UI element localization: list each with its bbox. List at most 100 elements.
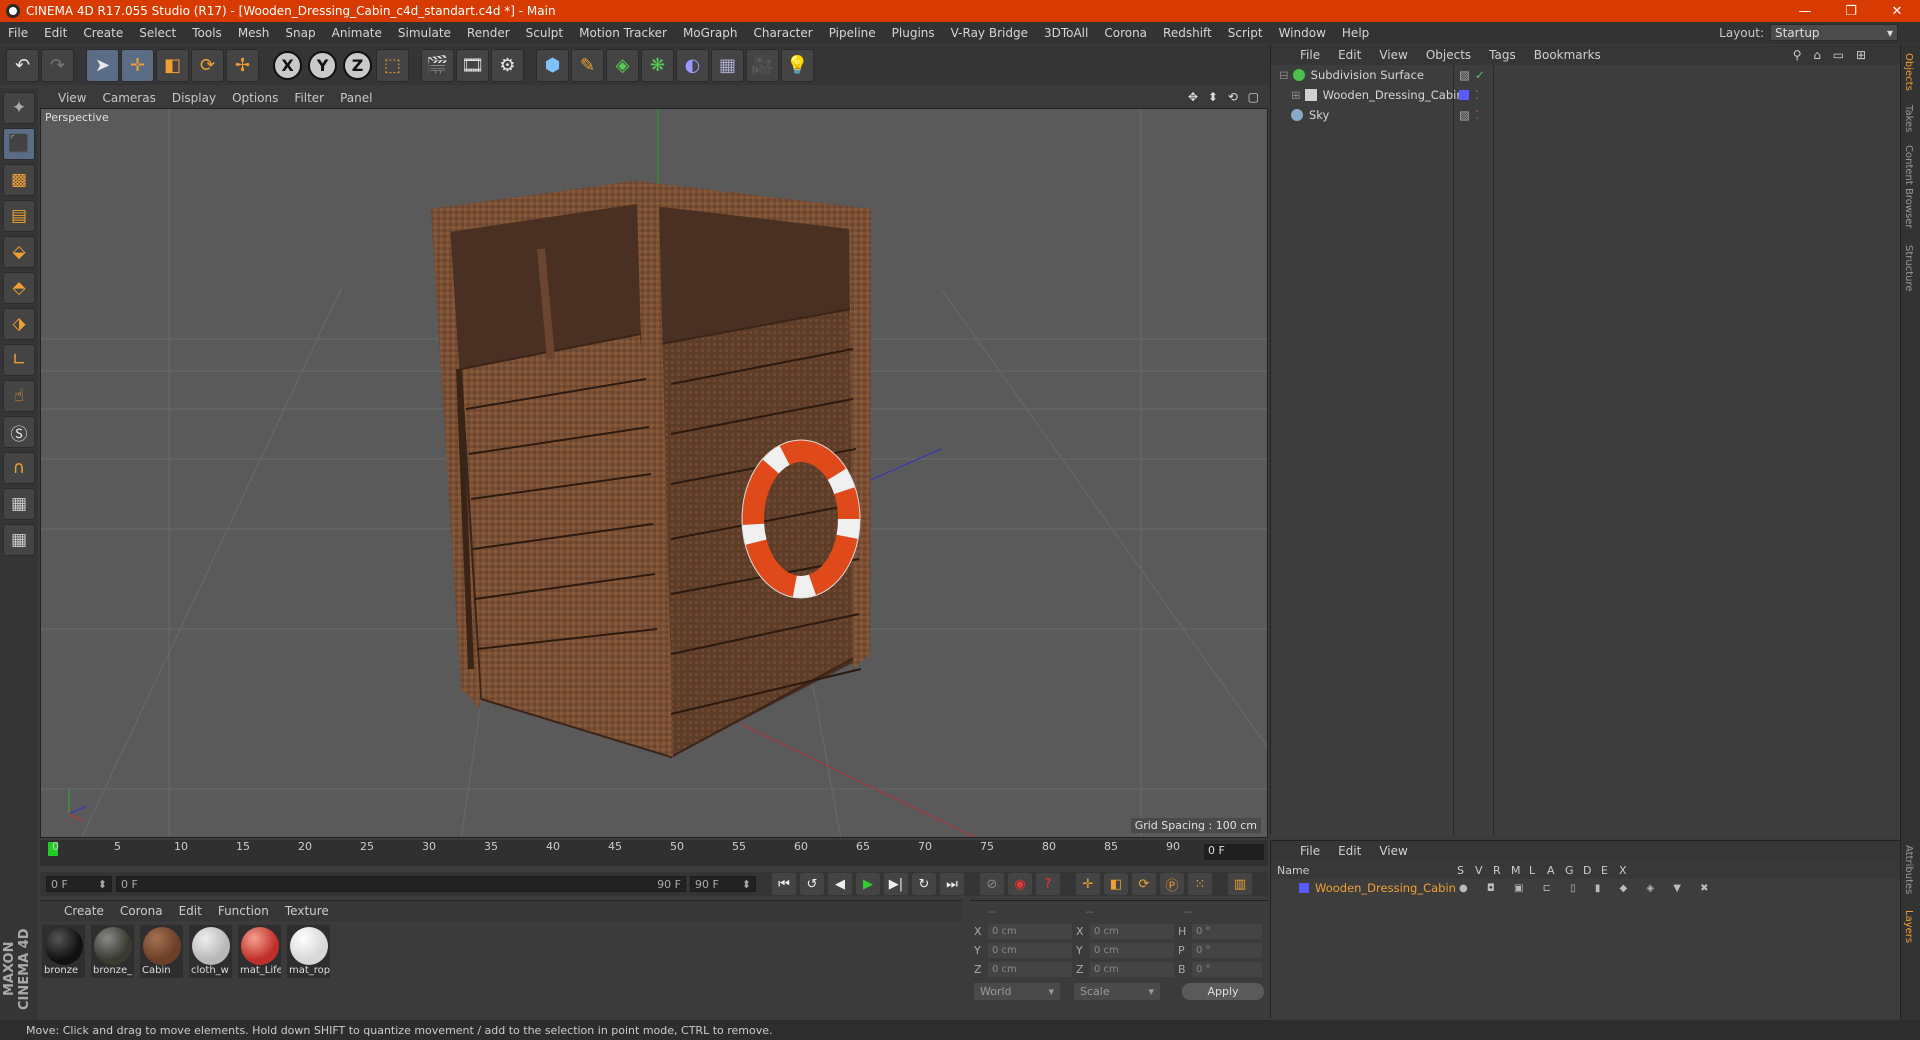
material-swatch[interactable]: mat_Life: [238, 925, 281, 978]
rotation-b-field[interactable]: 0 °: [1192, 962, 1262, 977]
size-z-field[interactable]: 0 cm: [1090, 962, 1174, 977]
object-row-sky[interactable]: Sky ▨ ⁚: [1271, 105, 1900, 125]
enabled-check-icon[interactable]: ✓: [1475, 68, 1485, 82]
menu-pipeline[interactable]: Pipeline: [821, 26, 884, 40]
move-tool-icon[interactable]: ✛: [121, 48, 154, 82]
menu-mesh[interactable]: Mesh: [230, 26, 278, 40]
size-x-field[interactable]: 0 cm: [1090, 924, 1174, 939]
menu-render[interactable]: Render: [459, 26, 518, 40]
tab-structure[interactable]: Structure: [1903, 245, 1914, 292]
menu-script[interactable]: Script: [1220, 26, 1271, 40]
layer-row[interactable]: Wooden_Dressing_Cabin ● ◘ ▣ ⊏ ▯ ▮ ◆ ◈ ▼ …: [1271, 879, 1900, 897]
menu-simulate[interactable]: Simulate: [390, 26, 459, 40]
visibility-dots-icon[interactable]: ⁚: [1475, 88, 1479, 102]
menu-help[interactable]: Help: [1334, 26, 1377, 40]
axis-mode-icon[interactable]: ∟: [3, 344, 35, 376]
menu-redshift[interactable]: Redshift: [1155, 26, 1220, 40]
material-swatch[interactable]: bronze: [42, 925, 85, 978]
menu-select[interactable]: Select: [131, 26, 184, 40]
viewport-menu-cameras[interactable]: Cameras: [94, 91, 163, 105]
key-pla-icon[interactable]: ⁙: [1188, 873, 1212, 895]
menu-corona[interactable]: Corona: [1096, 26, 1155, 40]
light-icon[interactable]: 💡: [781, 48, 814, 82]
lm-menu-edit[interactable]: Edit: [1329, 844, 1370, 858]
om-menu-view[interactable]: View: [1370, 48, 1416, 62]
menu-create[interactable]: Create: [75, 26, 131, 40]
search-icon[interactable]: ⚲ ⌂ ▭ ⊞: [1793, 48, 1870, 62]
go-to-end-icon[interactable]: ⏭: [940, 873, 964, 895]
next-frame-icon[interactable]: ▶|: [884, 873, 908, 895]
previous-key-icon[interactable]: ↺: [800, 873, 824, 895]
close-icon[interactable]: ✕: [1874, 0, 1920, 22]
snap-icon[interactable]: Ⓢ: [3, 416, 35, 448]
menu-file[interactable]: File: [0, 26, 36, 40]
cube-icon[interactable]: ⬢: [536, 48, 569, 82]
tab-takes[interactable]: Takes: [1903, 105, 1914, 132]
menu-vray-bridge[interactable]: V-Ray Bridge: [943, 26, 1036, 40]
viewport-menu-options[interactable]: Options: [224, 91, 286, 105]
visibility-dots-icon[interactable]: ⁚: [1475, 108, 1479, 122]
end-frame-field[interactable]: 90 F ⬍: [690, 876, 756, 892]
planar-workplane-icon[interactable]: ▦: [3, 524, 35, 556]
object-row-cabin[interactable]: ⊞ Wooden_Dressing_Cabin ⁚: [1271, 85, 1900, 105]
collapse-icon[interactable]: ⊟: [1279, 68, 1289, 82]
tab-objects[interactable]: Objects: [1903, 53, 1914, 91]
floor-icon[interactable]: ▦: [711, 48, 744, 82]
menu-snap[interactable]: Snap: [277, 26, 323, 40]
play-icon[interactable]: ▶: [856, 873, 880, 895]
menu-character[interactable]: Character: [745, 26, 820, 40]
mat-menu-create[interactable]: Create: [56, 904, 112, 918]
model-mode-icon[interactable]: ⬛: [3, 128, 35, 160]
magnet-icon[interactable]: ∩: [3, 452, 35, 484]
select-tool-icon[interactable]: ➤: [86, 48, 119, 82]
menu-tools[interactable]: Tools: [184, 26, 230, 40]
polygons-mode-icon[interactable]: ⬗: [3, 308, 35, 340]
layer-name[interactable]: Wooden_Dressing_Cabin: [1315, 881, 1459, 895]
points-mode-icon[interactable]: ⬙: [3, 236, 35, 268]
keyframe-selection-icon[interactable]: ?: [1036, 873, 1060, 895]
tab-content-browser[interactable]: Content Browser: [1903, 145, 1914, 228]
viewport-menu-display[interactable]: Display: [164, 91, 224, 105]
menu-animate[interactable]: Animate: [324, 26, 390, 40]
viewport-menu-panel[interactable]: Panel: [332, 91, 380, 105]
tab-attributes[interactable]: Attributes: [1903, 845, 1914, 894]
visibility-toggle-icon[interactable]: ▨: [1459, 108, 1470, 122]
wooden-cabin-model[interactable]: [431, 181, 871, 759]
timeline-icon[interactable]: ▥: [1228, 873, 1252, 895]
layer-toggle-icons[interactable]: ● ◘ ▣ ⊏ ▯ ▮ ◆ ◈ ▼ ✖: [1459, 883, 1717, 894]
om-menu-edit[interactable]: Edit: [1329, 48, 1370, 62]
key-position-icon[interactable]: ✛: [1076, 873, 1100, 895]
mat-menu-texture[interactable]: Texture: [277, 904, 337, 918]
material-swatch[interactable]: mat_rop: [287, 925, 330, 978]
tab-layers[interactable]: Layers: [1903, 910, 1914, 943]
menu-3dtoall[interactable]: 3DToAll: [1036, 26, 1096, 40]
axis-z-toggle[interactable]: Z: [343, 50, 372, 80]
object-row-subdivision[interactable]: ⊟ Subdivision Surface ▨ ✓: [1271, 65, 1900, 85]
om-menu-tags[interactable]: Tags: [1480, 48, 1525, 62]
render-settings-icon[interactable]: ⚙: [491, 48, 524, 82]
previous-frame-icon[interactable]: ◀: [828, 873, 852, 895]
cloner-icon[interactable]: ❋: [641, 48, 674, 82]
mat-menu-edit[interactable]: Edit: [171, 904, 210, 918]
make-editable-icon[interactable]: ✦: [3, 92, 35, 124]
next-key-icon[interactable]: ↻: [912, 873, 936, 895]
edges-mode-icon[interactable]: ⬘: [3, 272, 35, 304]
subdivision-icon[interactable]: ◈: [606, 48, 639, 82]
timeline-ruler[interactable]: 0 5 10 15 20 25 30 35 40 45 50 55 60 65 …: [40, 840, 1268, 866]
size-y-field[interactable]: 0 cm: [1090, 943, 1174, 958]
viewport-menu-filter[interactable]: Filter: [286, 91, 332, 105]
material-swatch[interactable]: bronze_: [91, 925, 134, 978]
position-y-field[interactable]: 0 cm: [988, 943, 1072, 958]
om-menu-file[interactable]: File: [1291, 48, 1329, 62]
lock-workplane-icon[interactable]: ▦: [3, 488, 35, 520]
live-selection-icon[interactable]: ✢: [226, 48, 259, 82]
deformer-icon[interactable]: ◐: [676, 48, 709, 82]
viewport-nav-icons[interactable]: ✥ ⬍ ⟲ ▢: [1188, 90, 1262, 104]
key-scale-icon[interactable]: ◧: [1104, 873, 1128, 895]
world-dropdown[interactable]: World ▾: [974, 983, 1060, 1000]
layer-color-icon[interactable]: [1299, 883, 1309, 893]
workplane-mode-icon[interactable]: ▤: [3, 200, 35, 232]
axis-x-toggle[interactable]: X: [273, 50, 302, 80]
menu-plugins[interactable]: Plugins: [884, 26, 943, 40]
rotate-tool-icon[interactable]: ⟳: [191, 48, 224, 82]
